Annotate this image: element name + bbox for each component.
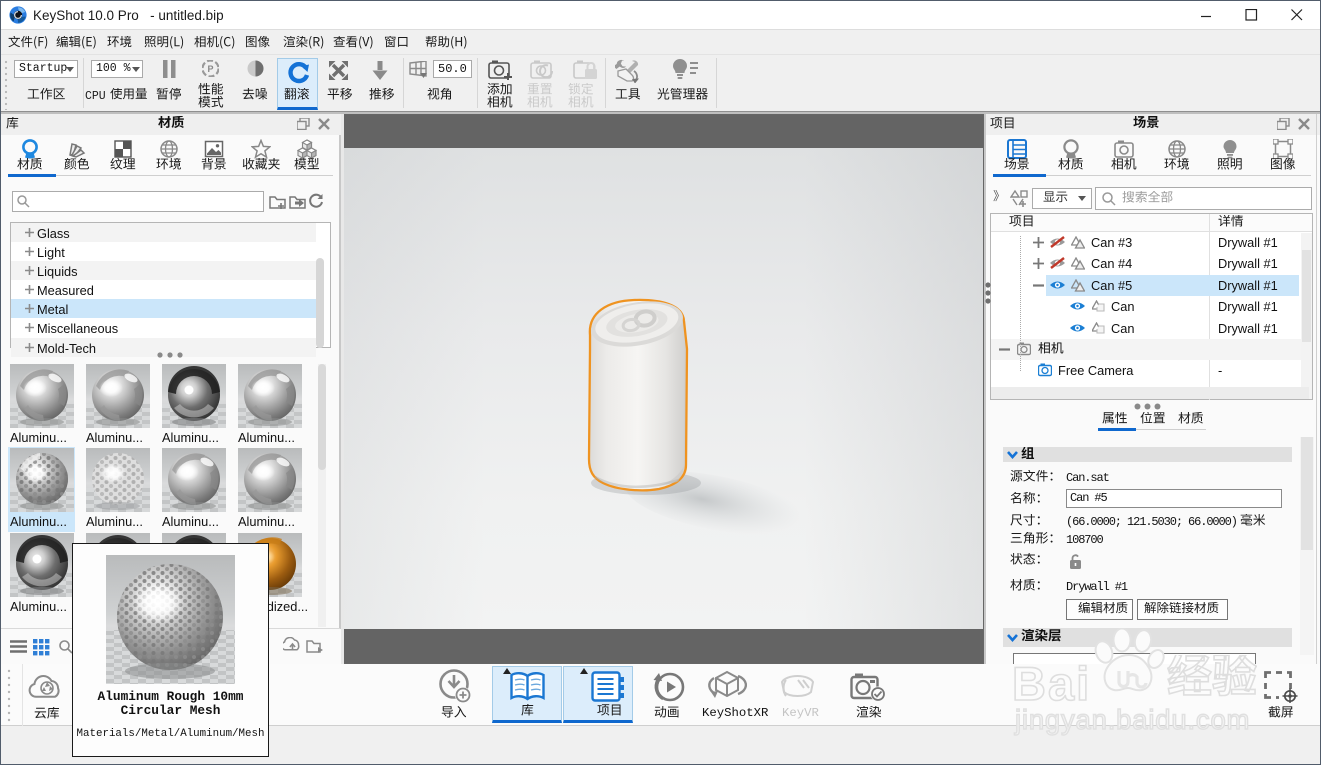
svg-text:P: P [207, 64, 213, 74]
